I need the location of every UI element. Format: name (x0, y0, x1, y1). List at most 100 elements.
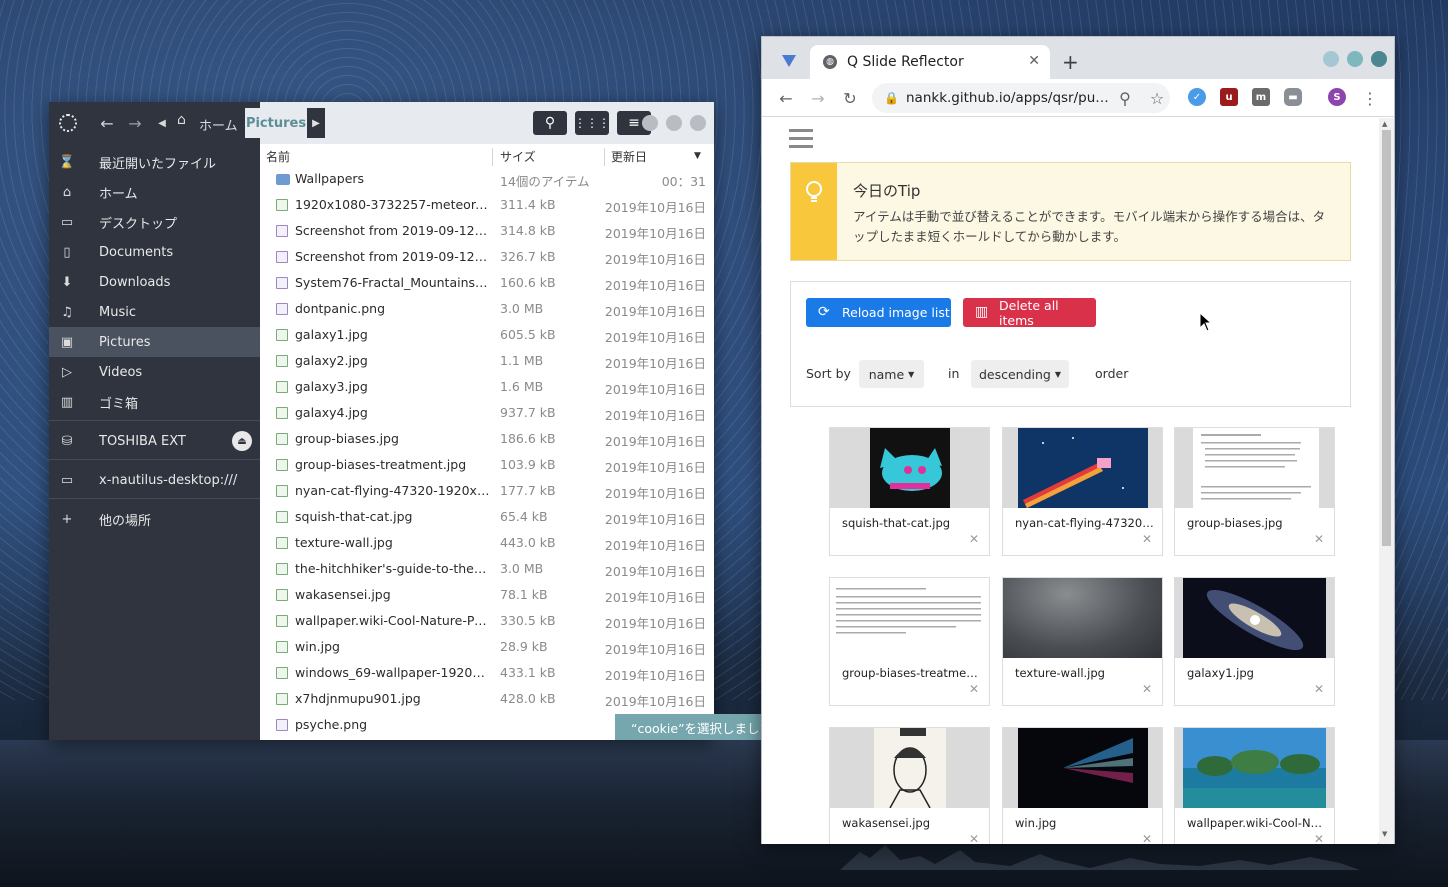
image-card[interactable]: group-biases-treatment.j… ✕ (829, 577, 990, 706)
tab-search-icon[interactable] (782, 52, 796, 67)
file-row[interactable]: galaxy4.jpg 937.7 kB 2019年10月16日 (260, 400, 714, 426)
close-tab-icon[interactable]: ✕ (1028, 53, 1040, 69)
back-arrow-icon[interactable]: ← (96, 112, 118, 134)
extension-m-icon[interactable]: m (1252, 88, 1270, 106)
sidebar-item-trash[interactable]: ▥ ゴミ箱 (49, 387, 260, 417)
sidebar-item-recent[interactable]: ⌛ 最近開いたファイル (49, 147, 260, 177)
forward-icon[interactable]: → (808, 88, 828, 108)
file-row[interactable]: squish-that-cat.jpg 65.4 kB 2019年10月16日 (260, 504, 714, 530)
file-row[interactable]: wakasensei.jpg 78.1 kB 2019年10月16日 (260, 582, 714, 608)
maximize-button[interactable] (666, 115, 682, 131)
image-card[interactable]: win.jpg ✕ (1002, 727, 1163, 844)
minimize-button[interactable] (642, 115, 658, 131)
grid-view-button[interactable]: ⋮⋮⋮ (574, 111, 610, 135)
image-card[interactable]: texture-wall.jpg ✕ (1002, 577, 1163, 706)
new-tab-icon[interactable]: + (1062, 50, 1079, 74)
forward-arrow-icon[interactable]: → (124, 112, 146, 134)
image-card[interactable]: nyan-cat-flying-47320-19… ✕ (1002, 427, 1163, 556)
sidebar-item-pictures[interactable]: ▣ Pictures (49, 327, 260, 357)
search-button[interactable]: ⚲ (533, 111, 567, 135)
maximize-button[interactable] (1347, 51, 1363, 67)
home-crumb-icon[interactable]: ⌂ (177, 112, 186, 128)
close-button[interactable] (1371, 51, 1387, 67)
sidebar-item-desktop[interactable]: ▭ デスクトップ (49, 207, 260, 237)
kebab-menu-icon[interactable]: ⋮ (1360, 88, 1380, 108)
file-row[interactable]: group-biases-treatment.jpg 103.9 kB 2019年1… (260, 452, 714, 478)
scroll-up-icon[interactable]: ▲ (1382, 120, 1387, 128)
sidebar-item-other-locations[interactable]: + 他の場所 (49, 504, 260, 534)
column-name[interactable]: 名前 (266, 148, 290, 168)
ublock-icon[interactable]: u (1220, 88, 1238, 106)
file-row[interactable]: Screenshot from 2019-09-12 1… 326.7 kB 201… (260, 244, 714, 270)
remove-card-icon[interactable]: ✕ (1314, 682, 1324, 696)
sidebar-item-toshiba[interactable]: ⛁ TOSHIBA EXT ⏏ (49, 426, 260, 456)
crumb-right-icon[interactable]: ▶ (307, 108, 325, 138)
image-card[interactable]: galaxy1.jpg ✕ (1174, 577, 1335, 706)
app-menu-icon[interactable] (59, 114, 77, 132)
crumb-left-icon[interactable]: ◀ (151, 112, 173, 134)
file-row[interactable]: galaxy3.jpg 1.6 MB 2019年10月16日 (260, 374, 714, 400)
sort-field-dropdown[interactable]: name ▼ (859, 360, 924, 388)
reload-icon[interactable]: ↻ (840, 88, 860, 108)
image-card[interactable]: group-biases.jpg ✕ (1174, 427, 1335, 556)
file-row[interactable]: nyan-cat-flying-47320-1920x1… 177.7 kB 201… (260, 478, 714, 504)
remove-card-icon[interactable]: ✕ (969, 682, 979, 696)
sidebar-item-downloads[interactable]: ⬇ Downloads (49, 267, 260, 297)
sidebar-item-documents[interactable]: ▯ Documents (49, 237, 260, 267)
remove-card-icon[interactable]: ✕ (1142, 682, 1152, 696)
sort-direction-dropdown[interactable]: descending ▼ (971, 360, 1069, 388)
sidebar-divider (49, 498, 260, 499)
file-row[interactable]: galaxy2.jpg 1.1 MB 2019年10月16日 (260, 348, 714, 374)
scroll-down-icon[interactable]: ▼ (1382, 830, 1387, 838)
minimize-button[interactable] (1323, 51, 1339, 67)
file-row[interactable]: Wallpapers 14個のアイテム 00：31 (260, 166, 714, 192)
file-row[interactable]: galaxy1.jpg 605.5 kB 2019年10月16日 (260, 322, 714, 348)
hamburger-icon[interactable] (789, 129, 813, 149)
sidebar-item-music[interactable]: ♫ Music (49, 297, 260, 327)
image-card[interactable]: wakasensei.jpg ✕ (829, 727, 990, 844)
close-button[interactable] (690, 115, 706, 131)
file-row[interactable]: Screenshot from 2019-09-12 1… 314.8 kB 201… (260, 218, 714, 244)
card-filename: group-biases.jpg (1187, 516, 1283, 530)
file-row[interactable]: the-hitchhiker's-guide-to-the-… 3.0 MB 201… (260, 556, 714, 582)
file-list: 名前 サイズ 更新日 ▼ Wallpapers 14個のアイテム 00：31 1920… (260, 102, 925, 740)
zoom-icon[interactable]: ⚲ (1115, 88, 1135, 108)
image-card[interactable]: wallpaper.wiki-Cool-Natu… ✕ (1174, 727, 1335, 844)
image-card[interactable]: squish-that-cat.jpg ✕ (829, 427, 990, 556)
page-scrollbar[interactable]: ▲ ▼ (1379, 118, 1394, 844)
file-row[interactable]: windows_69-wallpaper-1920x… 433.1 kB 2019年… (260, 660, 714, 686)
remove-card-icon[interactable]: ✕ (969, 832, 979, 844)
remove-card-icon[interactable]: ✕ (1314, 532, 1324, 546)
file-row[interactable]: group-biases.jpg 186.6 kB 2019年10月16日 (260, 426, 714, 452)
sidebar-item-desktop-uri[interactable]: ▭ x-nautilus-desktop:/// (49, 465, 260, 495)
remove-card-icon[interactable]: ✕ (1314, 832, 1324, 844)
column-size[interactable]: サイズ (500, 148, 536, 168)
file-row[interactable]: win.jpg 28.9 kB 2019年10月16日 (260, 634, 714, 660)
back-icon[interactable]: ← (776, 88, 796, 108)
sidebar-item-home[interactable]: ⌂ ホーム (49, 177, 260, 207)
bookmark-star-icon[interactable]: ☆ (1147, 88, 1167, 108)
extension-chat-icon[interactable]: ▬ (1284, 88, 1302, 106)
file-row[interactable]: x7hdjnmupu901.jpg 428.0 kB 2019年10月16日 (260, 686, 714, 712)
file-row[interactable]: System76-Fractal_Mountains-… 160.6 kB 2019… (260, 270, 714, 296)
remove-card-icon[interactable]: ✕ (1142, 532, 1152, 546)
sidebar-item-videos[interactable]: ▷ Videos (49, 357, 260, 387)
file-row[interactable]: texture-wall.jpg 443.0 kB 2019年10月16日 (260, 530, 714, 556)
extension-feather-icon[interactable]: ✓ (1188, 88, 1206, 106)
image-file-icon (276, 537, 288, 549)
delete-all-button[interactable]: ▥ Delete all items (963, 298, 1096, 328)
eject-icon[interactable]: ⏏ (232, 431, 252, 451)
remove-card-icon[interactable]: ✕ (1142, 832, 1152, 844)
file-row[interactable]: 1920x1080-3732257-meteor-s… 311.4 kB 2019年… (260, 192, 714, 218)
breadcrumb-home[interactable]: ホーム (199, 115, 238, 134)
file-row[interactable]: wallpaper.wiki-Cool-Nature-Pi… 330.5 kB 20… (260, 608, 714, 634)
file-row[interactable]: dontpanic.png 3.0 MB 2019年10月16日 (260, 296, 714, 322)
remove-card-icon[interactable]: ✕ (969, 532, 979, 546)
column-date[interactable]: 更新日 (611, 148, 647, 168)
profile-avatar[interactable]: S (1328, 88, 1346, 106)
tab-active[interactable]: ◍ Q Slide Reflector ✕ (810, 45, 1050, 79)
file-name: Wallpapers (295, 171, 365, 186)
scrollbar-thumb[interactable] (1382, 130, 1391, 546)
reload-image-list-button[interactable]: ⟳ Reload image list (806, 298, 951, 327)
breadcrumb-pictures[interactable]: Pictures (245, 108, 307, 138)
